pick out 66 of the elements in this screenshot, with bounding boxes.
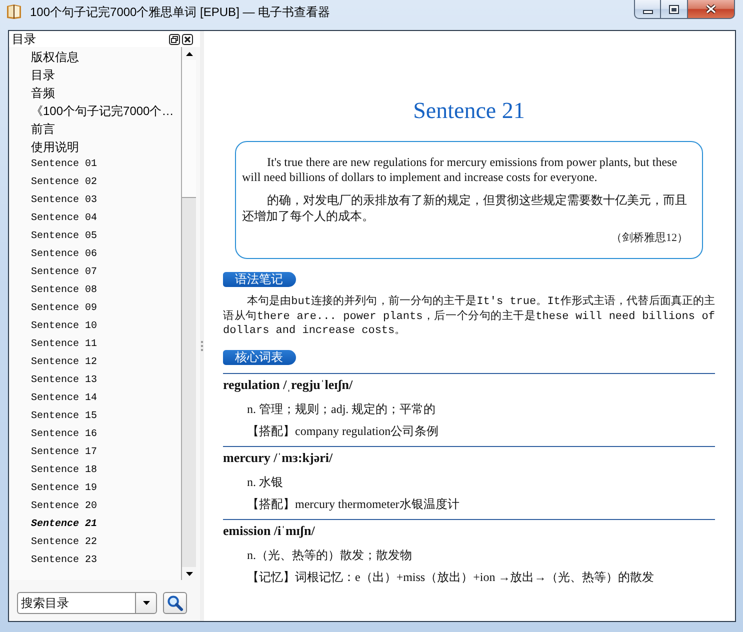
panel-title: 目录 [12,31,36,47]
minimize-icon [642,10,652,14]
toc-item[interactable]: Sentence 06 [31,246,181,264]
close-button[interactable] [688,0,735,19]
toc-item[interactable]: Sentence 15 [31,408,181,426]
definition: n. 水银 [246,474,284,490]
definition: n.（光、热等的）散发；散发物 [246,546,413,564]
toc-item[interactable]: 目录 [31,66,181,84]
toc-item[interactable]: Sentence 03 [31,192,181,210]
toc-item[interactable]: Sentence 08 [31,282,181,300]
toc-item[interactable]: Sentence 19 [31,480,181,498]
source-note: （剑桥雅思12） [610,231,689,246]
close-icon [705,4,717,14]
toc-item[interactable]: Sentence 14 [31,390,181,408]
usage-note: 【记忆】词根记忆：e（出）+miss（放出）+ion →放出→（光、热等）的散发 [246,568,656,586]
toc-item[interactable]: Sentence 05 [31,228,181,246]
toc-item[interactable]: Sentence 09 [31,300,181,318]
window-title: 100个句子记完7000个雅思单词 [EPUB] — 电子书查看器 [30,4,330,21]
toc-item[interactable]: Sentence 04 [31,210,181,228]
toc-item[interactable]: Sentence 23 [31,552,181,570]
maximize-icon [669,4,679,14]
toc-item[interactable]: Sentence 02 [31,174,181,192]
headword: mercury /ˈmɜ:kjəri/ [223,450,334,466]
scrollbar[interactable] [181,47,196,580]
toc-item[interactable]: Sentence 13 [31,372,181,390]
english-sentence: It's true there are new regulations for mercury emissions from power plants, but these will need billions of dollars to implement and increase costs for everyone. [242,155,678,185]
toc-item[interactable]: Sentence 21 [31,516,181,534]
scrollbar-thumb[interactable] [182,60,196,198]
minimize-button[interactable] [634,0,661,19]
toc-item[interactable]: Sentence 16 [31,426,181,444]
caret-down-icon [142,601,150,605]
toc-item[interactable]: Sentence 10 [31,318,181,336]
scroll-up-button[interactable] [182,47,196,60]
search-field[interactable]: 搜索目录 [17,592,135,614]
usage-note: 【搭配】mercury thermometer水银温度计 [246,496,460,513]
usage-note: 【搭配】company regulation公司条例 [246,422,440,440]
triangle-up-icon [186,52,192,56]
toc-item[interactable]: Sentence 01 [31,156,181,174]
toc-item[interactable]: 版权信息 [31,48,181,66]
definition: n. 管理；规则；adj. 规定的；平常的 [246,400,437,418]
book-icon [6,3,22,20]
section-tag: 语法笔记 [223,272,296,287]
toc-item[interactable]: 音频 [31,84,181,102]
float-icon[interactable] [169,34,180,44]
toc-item[interactable]: Sentence 22 [31,534,181,552]
search-icon [167,595,183,611]
toc-item[interactable]: Sentence 11 [31,336,181,354]
section-tag: 核心词表 [223,350,296,364]
maximize-button[interactable] [661,0,688,19]
toc-item[interactable]: 《100个句子记完7000个… [31,102,181,120]
toc-item[interactable]: Sentence 20 [31,498,181,516]
toc-item[interactable]: 前言 [31,120,181,138]
grammar-note: 本句是由but连接的并列句，前一分句的主干是It's true。It作形式主语，代替后面真正的主语从句there are... power plants，后一个分句的主干是these will need billions of dollars and increase costs。 [223,295,715,338]
chinese-translation: 的确，对发电厂的汞排放有了新的规定，但贯彻这些规定需要数十亿美元，而且还增加了每个人的成本。 [242,192,688,224]
close-icon[interactable] [182,34,193,44]
headword: emission /iˈmɪʃn/ [223,522,316,538]
toc-item[interactable]: 使用说明 [31,138,181,156]
toc-item[interactable]: Sentence 17 [31,444,181,462]
dropdown-button[interactable] [135,592,157,614]
search-button[interactable] [163,592,187,614]
triangle-down-icon [186,572,192,576]
toc-item[interactable]: Sentence 07 [31,264,181,282]
toc-item[interactable]: Sentence 18 [31,462,181,480]
headword: regulation /ˌregjuˈleɪʃn/ [223,376,354,392]
sentence-heading: Sentence 21 [412,97,526,125]
toc-item[interactable]: Sentence 12 [31,354,181,372]
